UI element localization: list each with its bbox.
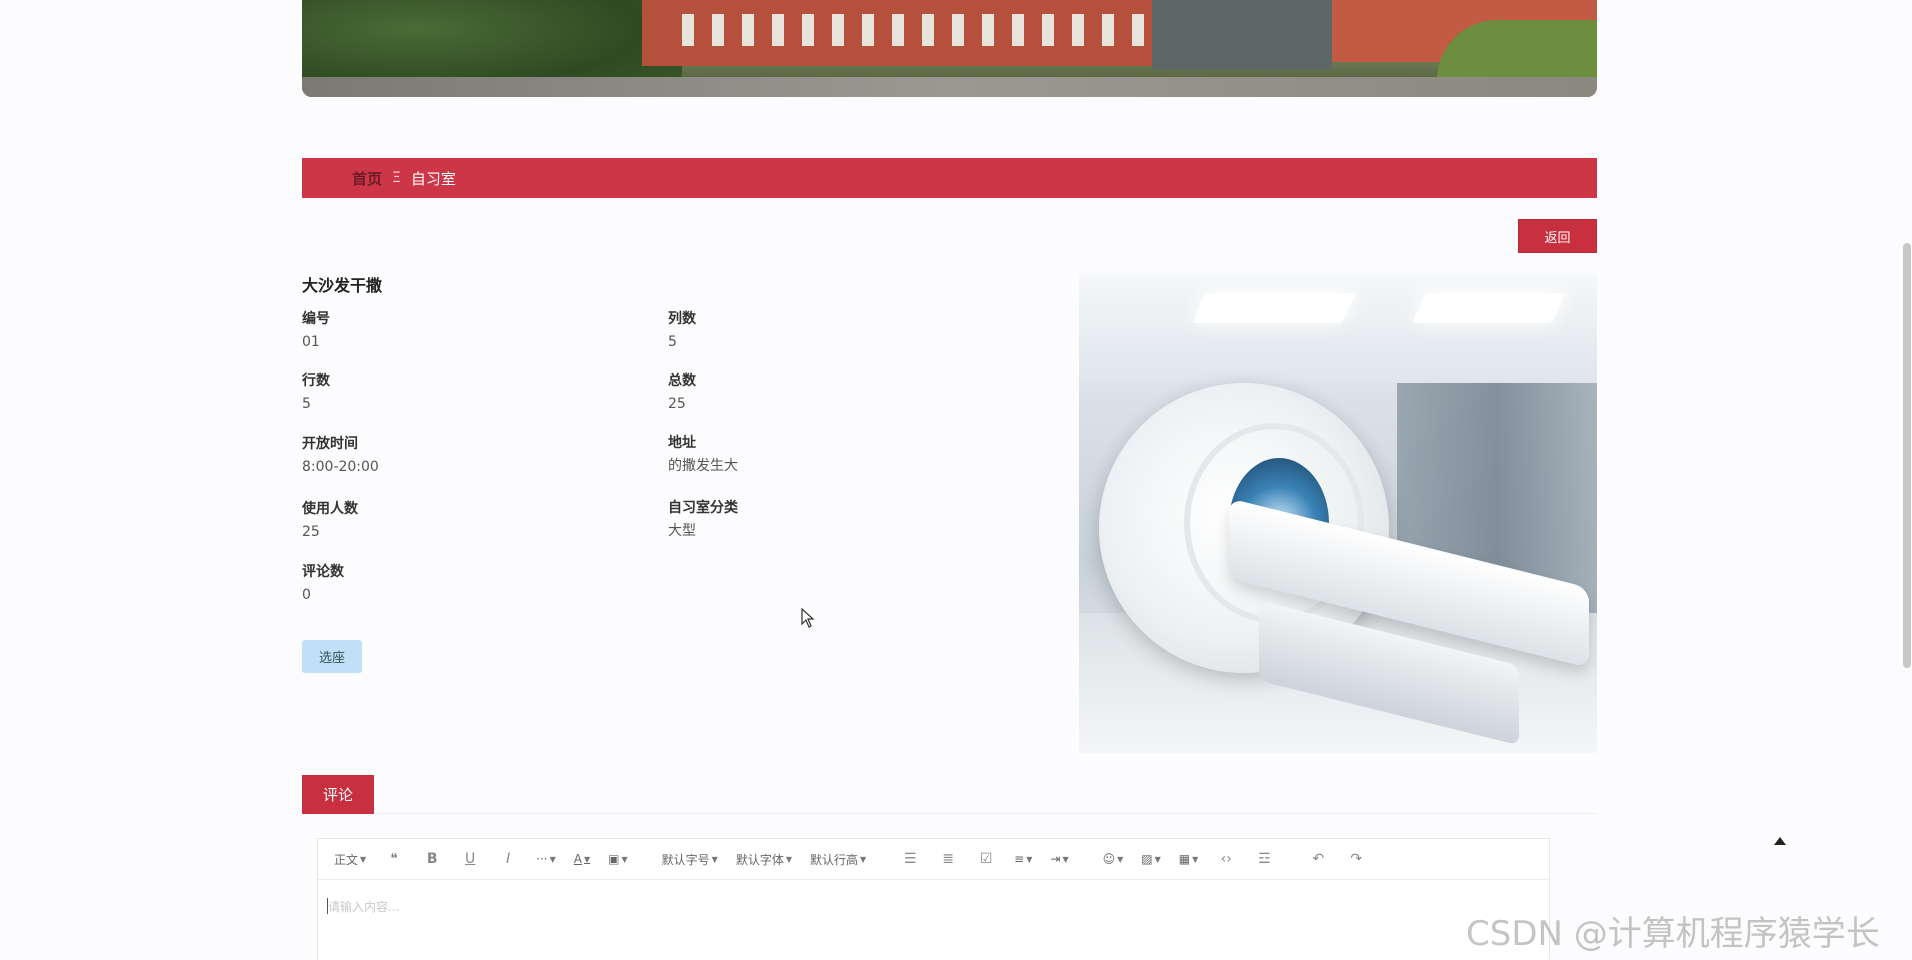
field-users: 使用人数 25 [302,499,602,542]
numbered-list-icon[interactable]: ≣ [938,844,958,874]
field-comment-count: 评论数 0 [302,562,602,605]
campus-banner-image [302,0,1597,97]
editor-toolbar: 正文 ▼ ❝ B U I ··· ▼ A ▼ ▣ ▼ 默认字号 ▼ 默认字体 ▼ 默认行高 ▼… [318,839,1549,880]
line-height-label: 默认行高 [810,852,859,867]
field-value: 5 [302,396,311,412]
image-icon[interactable]: ▨ ▼ [1141,844,1161,874]
field-value: 大型 [668,523,696,539]
font-color-icon[interactable]: A ▼ [574,844,590,874]
field-value: 25 [668,396,686,412]
italic-icon[interactable]: I [498,844,518,874]
redo-icon[interactable]: ↷ [1346,844,1366,874]
divider-line-icon[interactable]: ☲ [1254,844,1274,874]
field-label: 地址 [668,435,696,451]
field-rows: 行数 5 [302,371,602,414]
background-color-icon[interactable]: ▣ ▼ [608,844,628,874]
field-label: 总数 [668,373,696,389]
field-address: 地址 的撒发生大 [668,433,968,476]
field-label: 编号 [302,311,330,327]
field-label: 开放时间 [302,436,358,452]
font-size-label: 默认字号 [661,852,710,867]
more-format-icon[interactable]: ··· ▼ [536,844,556,874]
comment-editor: 正文 ▼ ❝ B U I ··· ▼ A ▼ ▣ ▼ 默认字号 ▼ 默认字体 ▼ 默认行高 ▼… [317,838,1550,960]
font-size-select[interactable]: 默认字号 ▼ [662,844,718,874]
field-value: 的撒发生大 [668,458,738,474]
watermark: CSDN @计算机程序猿学长 [1466,914,1880,954]
comment-tab[interactable]: 评论 [302,775,374,814]
field-label: 自习室分类 [668,500,738,516]
emoji-icon[interactable]: ☺ ▼ [1103,844,1124,874]
select-seat-button[interactable]: 选座 [302,640,362,673]
breadcrumb-home-link[interactable]: 首页 [352,168,382,189]
scrollbar[interactable] [1903,243,1911,668]
page: 首页 Ξ 自习室 返回 大沙发干撒 编号 01 列数 5 行数 5 总数 25 … [0,0,1912,960]
undo-icon[interactable]: ↶ [1308,844,1328,874]
room-title: 大沙发干撒 [302,276,383,295]
paragraph-format-label: 正文 [334,852,359,867]
paragraph-format-select[interactable]: 正文 ▼ [334,844,366,874]
chevron-down-icon: ▼ [711,854,718,864]
table-icon[interactable]: ▦ ▼ [1179,844,1199,874]
font-family-label: 默认字体 [735,852,784,867]
field-value: 8:00-20:00 [302,459,379,475]
todo-checkbox-icon[interactable]: ☑ [976,844,996,874]
field-value: 5 [668,334,677,350]
chevron-down-icon: ▼ [785,854,792,864]
back-button[interactable]: 返回 [1518,219,1597,253]
quote-icon[interactable]: ❝ [384,844,404,874]
bold-icon[interactable]: B [422,844,442,874]
breadcrumb: 首页 Ξ 自习室 [302,158,1597,198]
field-category: 自习室分类 大型 [668,498,968,541]
breadcrumb-separator-icon: Ξ [392,170,401,186]
bulleted-list-icon[interactable]: ☰ [900,844,920,874]
field-total: 总数 25 [668,371,968,414]
line-height-select[interactable]: 默认行高 ▼ [810,844,866,874]
chevron-down-icon: ▼ [860,854,867,864]
room-image [1079,273,1597,753]
field-number: 编号 01 [302,309,602,352]
breadcrumb-current: 自习室 [410,169,456,188]
align-icon[interactable]: ≡ ▼ [1014,844,1032,874]
field-open-hours: 开放时间 8:00-20:00 [302,434,602,477]
code-icon[interactable]: ‹› [1216,844,1236,874]
field-columns: 列数 5 [668,309,968,352]
field-value: 01 [302,334,320,350]
chevron-down-icon: ▼ [360,854,367,864]
field-label: 行数 [302,373,330,389]
field-value: 25 [302,524,320,540]
comment-placeholder: 请输入内容... [328,900,400,914]
comment-input[interactable]: 请输入内容... [318,880,1549,960]
field-label: 列数 [668,311,696,327]
indent-icon[interactable]: ⇥ ▼ [1050,844,1068,874]
field-value: 0 [302,587,311,603]
divider [374,813,1597,814]
field-label: 使用人数 [302,501,358,517]
back-to-top-icon[interactable] [1774,837,1786,845]
font-family-select[interactable]: 默认字体 ▼ [736,844,792,874]
text-cursor [327,898,328,914]
field-label: 评论数 [302,564,344,580]
underline-icon[interactable]: U [460,844,480,874]
